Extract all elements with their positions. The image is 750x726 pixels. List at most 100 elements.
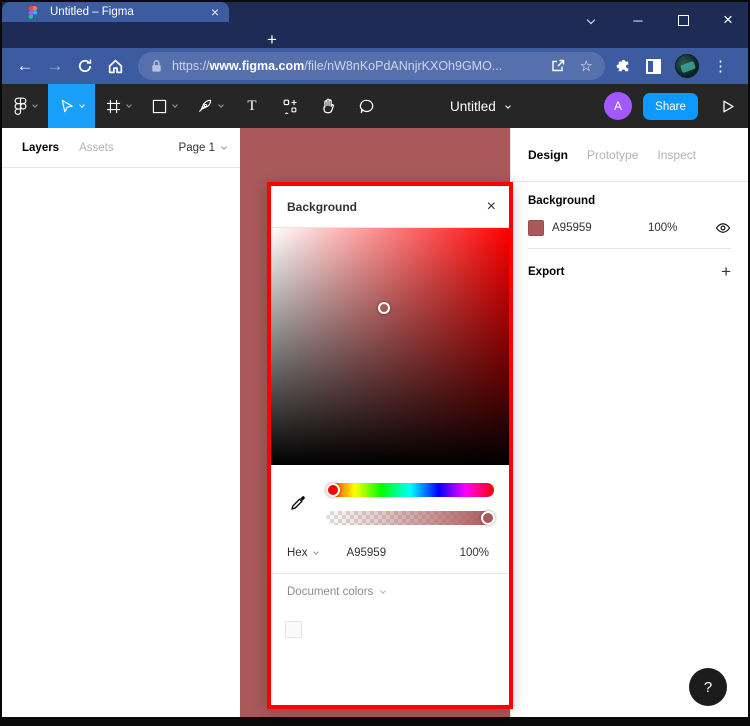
hand-tool-button[interactable] bbox=[309, 84, 347, 128]
reload-icon bbox=[77, 58, 93, 74]
figma-logo-icon bbox=[14, 97, 27, 116]
browser-titlebar: ─ × Untitled – Figma × + bbox=[2, 2, 748, 48]
close-icon[interactable]: × bbox=[487, 199, 496, 215]
visibility-eye-icon[interactable] bbox=[715, 220, 731, 236]
lock-icon bbox=[150, 59, 163, 73]
tab-design[interactable]: Design bbox=[528, 148, 568, 162]
tab-assets[interactable]: Assets bbox=[79, 142, 114, 154]
window-maximize-button[interactable] bbox=[669, 8, 697, 32]
figma-toolbar: T Untitled bbox=[2, 84, 748, 128]
url-domain: www.figma.com bbox=[210, 59, 305, 73]
add-export-button[interactable]: + bbox=[721, 262, 731, 282]
figma-favicon-icon bbox=[29, 6, 38, 19]
browser-toolbar: ← → https://www.figma.com/file/nW8nKoPdA… bbox=[2, 48, 748, 84]
bookmark-star-icon[interactable]: ☆ bbox=[580, 57, 593, 75]
move-cursor-icon bbox=[59, 98, 74, 114]
color-value-row: Hex A95959 100% bbox=[271, 541, 509, 565]
tab-close-button[interactable]: × bbox=[211, 5, 219, 19]
move-tool-button-selected[interactable] bbox=[48, 84, 95, 128]
help-button[interactable]: ? bbox=[689, 668, 727, 706]
opacity-input[interactable]: 100% bbox=[460, 547, 489, 559]
picker-divider bbox=[271, 573, 509, 574]
text-tool-button[interactable]: T bbox=[233, 84, 271, 128]
alpha-slider-knob[interactable] bbox=[481, 511, 495, 525]
color-hex-value[interactable]: A95959 bbox=[552, 222, 614, 234]
frame-icon bbox=[106, 99, 121, 114]
tab-title: Untitled – Figma bbox=[50, 6, 134, 18]
color-picker-popup: Background × Hex A95959 100% Document bbox=[267, 182, 513, 709]
url-path: /file/nW8nKoPdANnjrKXOh9GMO... bbox=[304, 59, 502, 73]
browser-tab[interactable]: Untitled – Figma × bbox=[2, 2, 229, 22]
side-panel-icon[interactable] bbox=[646, 59, 661, 74]
maximize-icon bbox=[678, 15, 689, 26]
back-button[interactable]: ← bbox=[10, 56, 40, 76]
color-selection-ring[interactable] bbox=[378, 302, 390, 314]
chevron-down-icon bbox=[221, 144, 227, 150]
chevron-down-icon bbox=[218, 102, 224, 108]
tab-layers[interactable]: Layers bbox=[22, 142, 59, 154]
hand-icon bbox=[320, 97, 337, 115]
alpha-gradient bbox=[326, 511, 494, 525]
color-swatch[interactable] bbox=[528, 220, 544, 236]
forward-button: → bbox=[40, 56, 70, 76]
chevron-down-icon bbox=[172, 102, 178, 108]
comment-tool-button[interactable] bbox=[347, 84, 385, 128]
extensions-puzzle-icon[interactable] bbox=[615, 58, 632, 75]
address-bar[interactable]: https://www.figma.com/file/nW8nKoPdANnjr… bbox=[138, 52, 605, 80]
color-mode-dropdown[interactable]: Hex bbox=[287, 547, 318, 559]
chevron-down-icon bbox=[380, 588, 386, 594]
window-restore-chevron-icon[interactable] bbox=[577, 8, 605, 32]
text-tool-icon: T bbox=[247, 98, 256, 115]
hue-slider-knob[interactable] bbox=[326, 483, 340, 497]
document-colors-label: Document colors bbox=[287, 586, 373, 598]
chevron-down-icon bbox=[79, 102, 85, 108]
color-picker-header: Background × bbox=[271, 186, 509, 228]
chevron-down-icon bbox=[126, 102, 132, 108]
share-button[interactable]: Share bbox=[643, 93, 698, 120]
frame-tool-button[interactable] bbox=[95, 84, 141, 128]
user-avatar[interactable]: A bbox=[604, 92, 632, 120]
hue-slider[interactable] bbox=[326, 483, 494, 497]
background-section: Background A95959 100% bbox=[511, 182, 748, 249]
url-text: https://www.figma.com/file/nW8nKoPdANnjr… bbox=[172, 59, 502, 73]
properties-panel: Design Prototype Inspect Background A959… bbox=[510, 128, 748, 717]
browser-menu-icon[interactable]: ⋮ bbox=[713, 57, 728, 75]
export-label: Export bbox=[528, 266, 564, 278]
document-color-swatch[interactable] bbox=[285, 621, 302, 638]
shape-tool-button[interactable] bbox=[141, 84, 187, 128]
layers-panel-header: Layers Assets Page 1 bbox=[2, 128, 240, 168]
comment-bubble-icon bbox=[358, 98, 375, 115]
window-minimize-button[interactable]: ─ bbox=[624, 8, 652, 32]
share-page-icon[interactable] bbox=[550, 58, 566, 74]
window-close-button[interactable]: × bbox=[714, 8, 742, 32]
color-opacity-value[interactable]: 100% bbox=[648, 222, 677, 234]
rectangle-icon bbox=[152, 99, 167, 114]
pen-tool-button[interactable] bbox=[187, 84, 233, 128]
present-button[interactable] bbox=[714, 92, 742, 120]
home-button[interactable] bbox=[100, 58, 130, 75]
home-icon bbox=[107, 58, 124, 75]
hex-input[interactable]: A95959 bbox=[346, 547, 386, 559]
eyedropper-icon[interactable] bbox=[290, 494, 307, 511]
chevron-down-icon bbox=[505, 103, 511, 109]
document-colors-dropdown[interactable]: Document colors bbox=[287, 586, 385, 598]
minimize-icon: ─ bbox=[633, 13, 642, 28]
layers-panel: Layers Assets Page 1 bbox=[2, 128, 240, 717]
chevron-down-icon bbox=[314, 549, 320, 555]
properties-tabs: Design Prototype Inspect bbox=[511, 128, 748, 182]
resources-tool-button[interactable] bbox=[271, 84, 309, 128]
saturation-brightness-area[interactable] bbox=[271, 228, 509, 465]
reload-button[interactable] bbox=[70, 58, 100, 74]
tab-prototype[interactable]: Prototype bbox=[587, 148, 638, 162]
page-selector-label: Page 1 bbox=[179, 142, 215, 154]
page-selector[interactable]: Page 1 bbox=[179, 142, 226, 154]
alpha-slider[interactable] bbox=[326, 511, 494, 525]
new-tab-button[interactable]: + bbox=[260, 30, 284, 50]
pen-icon bbox=[197, 98, 213, 114]
chevron-down-icon bbox=[32, 102, 38, 108]
tab-inspect[interactable]: Inspect bbox=[657, 148, 696, 162]
chevron-down-icon bbox=[587, 16, 595, 24]
main-menu-button[interactable] bbox=[2, 84, 48, 128]
file-title-dropdown[interactable]: Untitled bbox=[450, 84, 510, 128]
browser-profile-avatar[interactable] bbox=[675, 54, 699, 78]
